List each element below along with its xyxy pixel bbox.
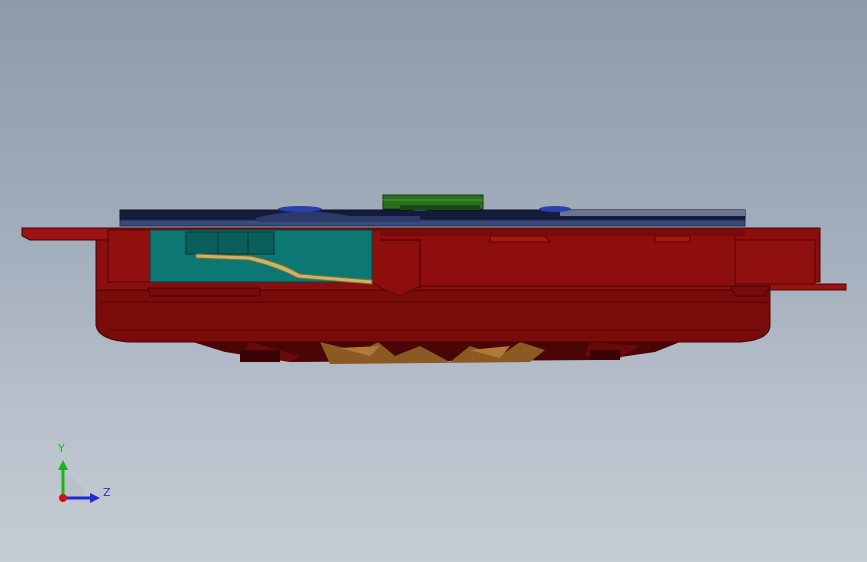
green-connector — [382, 194, 484, 210]
y-axis-arrow-icon — [58, 460, 68, 470]
coordinate-triad[interactable]: Y Z — [50, 440, 120, 510]
y-axis-label: Y — [58, 442, 65, 455]
z-axis-label: Z — [103, 486, 111, 499]
x-axis-dot-icon — [59, 494, 67, 502]
housing-shell — [21, 227, 847, 343]
z-axis-arrow-icon — [90, 493, 100, 503]
3d-viewport[interactable]: Y Z — [0, 0, 867, 562]
cad-model-cross-section[interactable] — [0, 0, 867, 562]
triad-quarter-disc — [63, 476, 85, 498]
pcb-board — [149, 229, 373, 285]
